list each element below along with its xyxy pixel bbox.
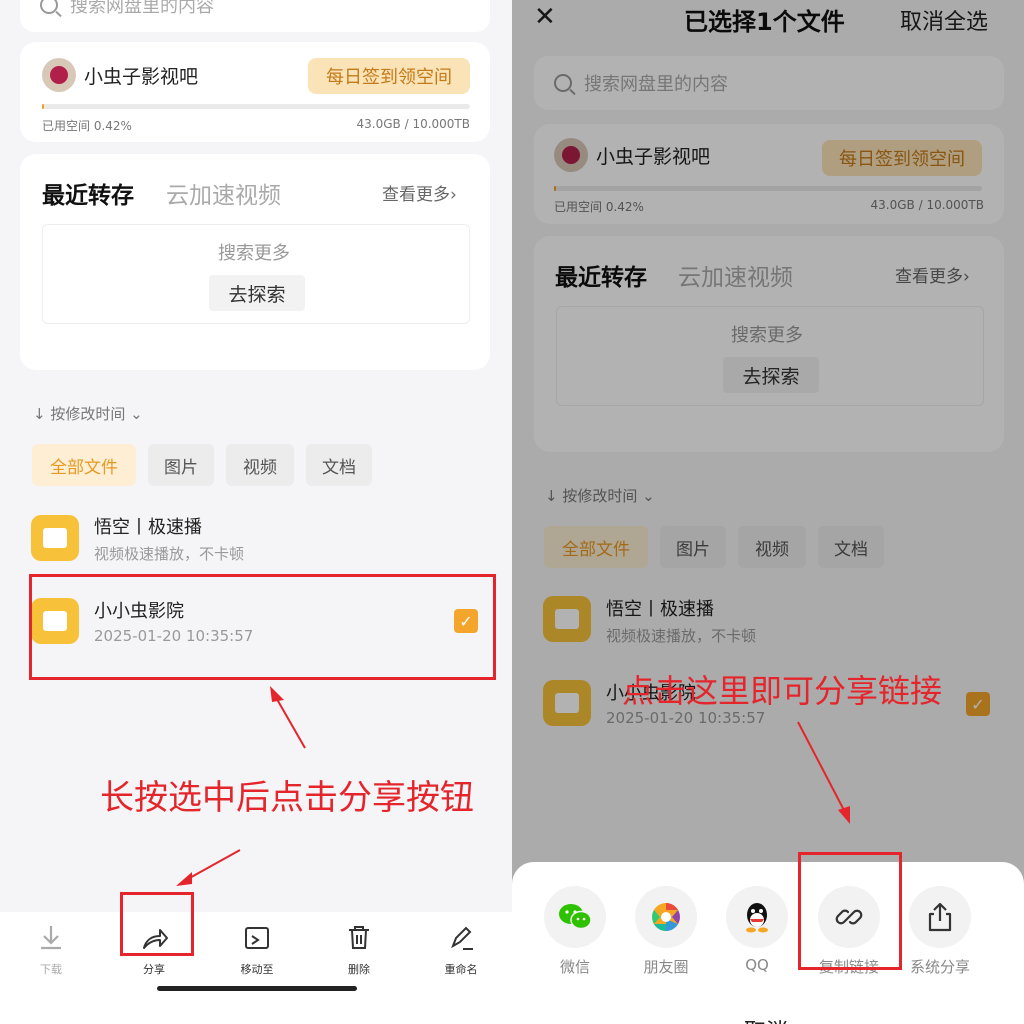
annotation-text: 长按选中后点击分享按钮 [100,778,474,818]
home-indicator [157,986,357,991]
pencil-icon [451,926,473,950]
annotation-arrows [176,686,306,886]
left-screen: 搜索网盘里的内容 小虫子影视吧 每日签到领空间 已用空间 0.42% 43.0G… [0,0,512,1024]
move-to-button[interactable]: 移动至 [217,922,297,977]
arrow-head [838,806,850,824]
right-screen: ✕ 已选择1个文件 取消全选 搜索网盘里的内容 小虫子影视吧 每日签到领空间 已… [512,0,1024,1024]
share-moments[interactable]: 朋友圈 [621,886,711,977]
arrow-head [270,686,284,702]
move-folder-icon [245,927,269,949]
delete-button[interactable]: 删除 [319,922,399,977]
trash-icon [349,926,369,949]
highlight-box [120,892,194,956]
share-qq[interactable]: QQ [712,886,802,974]
moments-icon [652,903,680,931]
qq-icon [746,903,768,933]
rename-button[interactable]: 重命名 [421,922,501,977]
share-sheet: 微信 朋友圈 QQ 复制链接 系统分享 取消 [512,862,1024,1024]
download-button[interactable]: 下载 [11,922,91,977]
wechat-icon [559,904,592,930]
bottom-toolbar: 下载 分享 移动至 删除 重命名 [0,912,512,1024]
share-system[interactable]: 系统分享 [895,886,985,977]
share-wechat[interactable]: 微信 [530,886,620,977]
system-share-icon [928,902,952,932]
cancel-button[interactable]: 取消 [744,1014,788,1024]
download-icon [41,926,61,950]
arrow-head [176,872,192,886]
highlight-box [798,852,902,970]
